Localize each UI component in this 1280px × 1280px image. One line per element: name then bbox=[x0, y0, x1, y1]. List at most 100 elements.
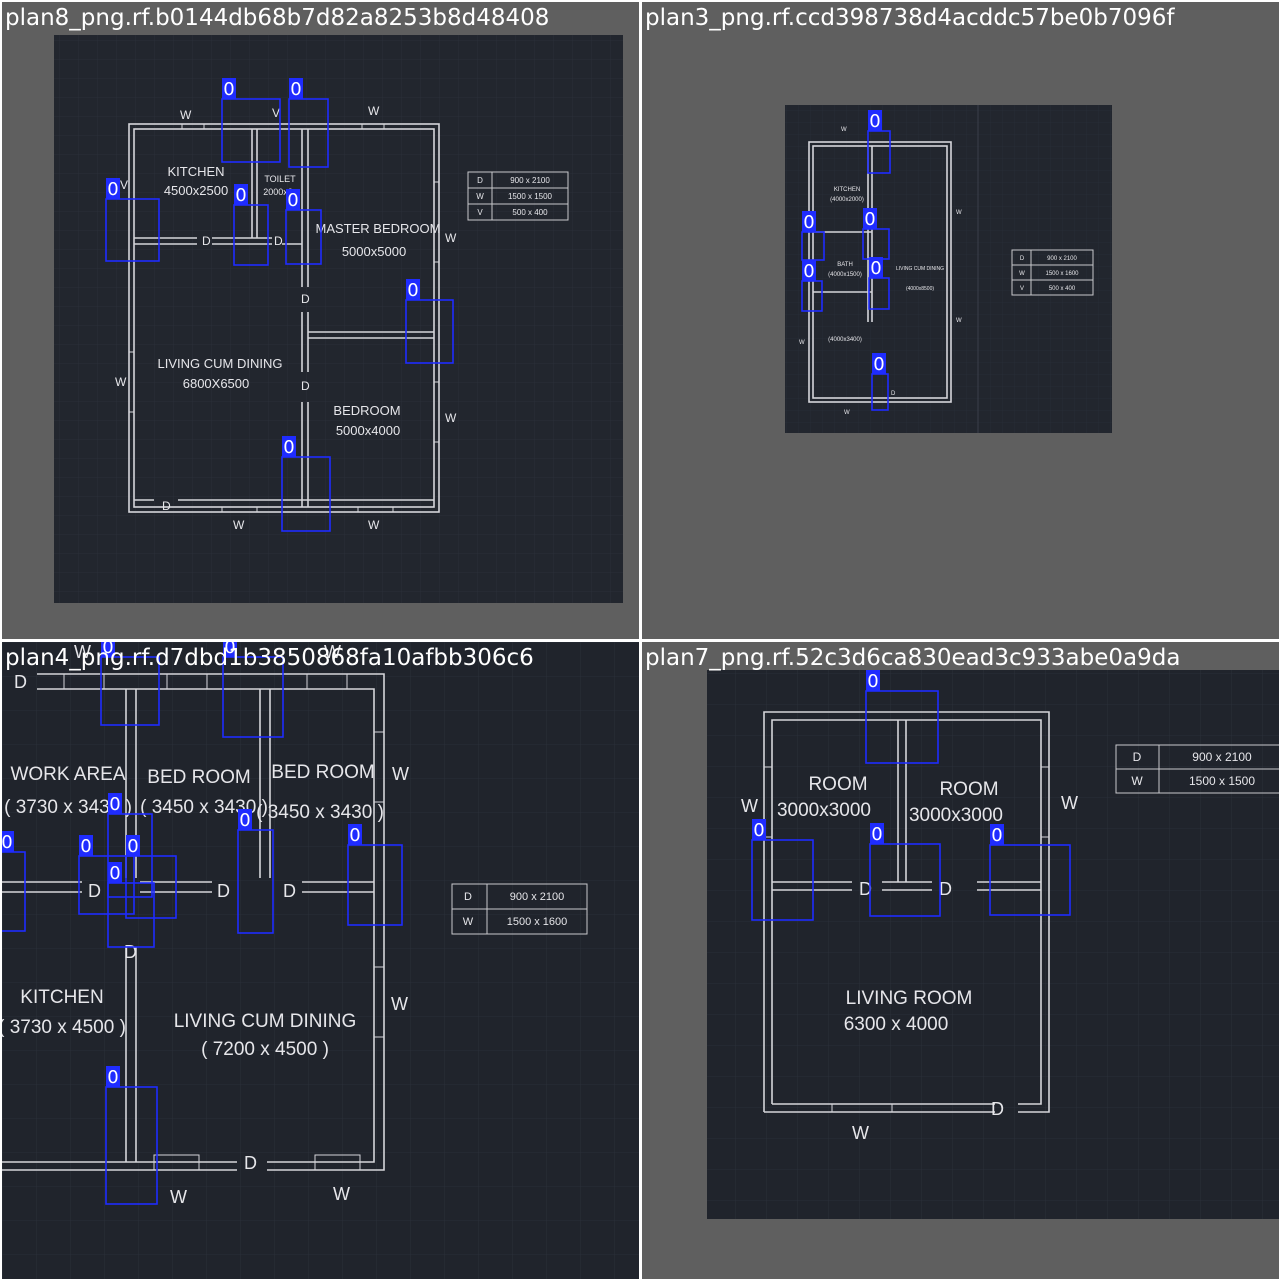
cad-label: 1500 x 1600 bbox=[1045, 271, 1079, 277]
cad-label: 500 x 400 bbox=[1049, 286, 1076, 292]
image-tile-plan8: KITCHEN 4500x2500 TOILET 2000x2 MASTER B… bbox=[2, 2, 639, 639]
cad-label: ROOM bbox=[939, 779, 998, 800]
cad-label: W bbox=[324, 642, 341, 662]
cad-label: W bbox=[391, 994, 408, 1014]
cad-label: 0 bbox=[869, 111, 880, 132]
cad-label: LIVING CUM DINING bbox=[896, 266, 944, 272]
cad-label: LIVING CUM DINING bbox=[174, 1011, 357, 1032]
cad-label: ( 3730 x 4500 ) bbox=[2, 1017, 126, 1038]
room-label: TOILET bbox=[264, 174, 296, 184]
cad-label: D bbox=[217, 881, 230, 901]
cad-label: KITCHEN bbox=[20, 987, 103, 1008]
cad-label: ( 3450 x 3430 ) bbox=[256, 802, 384, 823]
floor-plan-drawing: KITCHEN 4500x2500 TOILET 2000x2 MASTER B… bbox=[54, 35, 623, 603]
cad-label: W bbox=[463, 916, 474, 928]
cad-label: W bbox=[368, 104, 380, 118]
cad-label: ROOM bbox=[808, 774, 867, 795]
cad-label: 0 bbox=[107, 1067, 118, 1088]
cad-label: W bbox=[170, 1187, 187, 1207]
cad-label: 0 bbox=[803, 261, 814, 282]
cad-label: W bbox=[1131, 774, 1143, 788]
cad-label: 0 bbox=[109, 794, 120, 815]
room-size: 6800X6500 bbox=[183, 376, 250, 391]
cad-label: 0 bbox=[239, 810, 250, 831]
cad-label: V bbox=[477, 208, 483, 217]
cad-label: W bbox=[841, 127, 847, 133]
cad-label: BED ROOM bbox=[147, 767, 250, 788]
cad-label: 0 bbox=[287, 190, 298, 211]
room-size: 4500x2500 bbox=[164, 183, 228, 198]
floor-plan-drawing: WORK AREA ( 3730 x 3430 ) BED ROOM ( 345… bbox=[2, 642, 639, 1279]
cad-label: D bbox=[14, 672, 27, 692]
cad-label: V bbox=[1020, 286, 1024, 292]
cad-label: 0 bbox=[127, 836, 138, 857]
cad-label: 0 bbox=[803, 212, 814, 233]
image-tile-plan7: ROOM 3000x3000 ROOM 3000x3000 LIVING ROO… bbox=[642, 642, 1279, 1279]
cad-label: W bbox=[1061, 793, 1078, 813]
cad-label: 1500 x 1500 bbox=[508, 192, 553, 201]
cad-label: W bbox=[1019, 271, 1025, 277]
cad-label: D bbox=[124, 942, 137, 962]
cad-label: D bbox=[283, 881, 296, 901]
image-tile-plan4: WORK AREA ( 3730 x 3430 ) BED ROOM ( 345… bbox=[2, 642, 639, 1279]
cad-label: W bbox=[956, 210, 962, 216]
cad-label: D bbox=[301, 292, 310, 306]
cad-label: D bbox=[1020, 256, 1025, 262]
cad-label: W bbox=[233, 518, 245, 532]
cad-label: D bbox=[274, 234, 283, 248]
cad-label: D bbox=[464, 891, 472, 903]
cad-label: ( 7200 x 4500 ) bbox=[201, 1039, 329, 1060]
room-label: MASTER BEDROOM bbox=[316, 221, 441, 236]
cad-label: D bbox=[202, 234, 211, 248]
cad-label: 0 bbox=[349, 825, 360, 846]
cad-label: W bbox=[368, 518, 380, 532]
cad-label: 0 bbox=[407, 280, 418, 301]
cad-label: D bbox=[891, 391, 896, 397]
cad-label: W bbox=[74, 642, 91, 662]
cad-label: 0 bbox=[871, 824, 882, 845]
cad-label: W bbox=[180, 108, 192, 122]
cad-label: 0 bbox=[290, 79, 301, 100]
cad-label: D bbox=[1133, 750, 1142, 764]
room-label: LIVING CUM DINING bbox=[158, 356, 283, 371]
cad-label: (4000x2000) bbox=[830, 197, 864, 203]
cad-label: W bbox=[476, 192, 484, 201]
cad-label: (4000x8500) bbox=[906, 286, 934, 292]
cad-label: D bbox=[88, 881, 101, 901]
cad-label: 6300 x 4000 bbox=[844, 1014, 949, 1035]
cad-label: D bbox=[162, 499, 171, 513]
image-tile-plan3: KITCHEN (4000x2000) BATH (4000x1500) LIV… bbox=[642, 2, 1279, 639]
cad-label: 500 x 400 bbox=[512, 208, 548, 217]
cad-label: 0 bbox=[224, 642, 235, 658]
cad-label: 0 bbox=[870, 258, 881, 279]
cad-label: WORK AREA bbox=[10, 764, 125, 785]
cad-label: LIVING ROOM bbox=[846, 988, 973, 1009]
cad-label: W bbox=[799, 340, 805, 346]
cad-label: V bbox=[120, 178, 128, 192]
cad-label: 0 bbox=[235, 185, 246, 206]
cad-label: D bbox=[939, 879, 952, 899]
cad-label: W bbox=[392, 764, 409, 784]
cad-label: 900 x 2100 bbox=[1192, 750, 1252, 764]
room-label: KITCHEN bbox=[167, 164, 224, 179]
cad-label: 0 bbox=[102, 642, 113, 658]
cad-label: 3000x3000 bbox=[777, 800, 871, 821]
cad-label: 0 bbox=[223, 79, 234, 100]
cad-label: (4000x1500) bbox=[828, 272, 862, 278]
cad-label: 900 x 2100 bbox=[1047, 256, 1077, 262]
cad-label: 0 bbox=[107, 179, 118, 200]
cad-label: 1500 x 1600 bbox=[507, 916, 568, 928]
room-size: 5000x4000 bbox=[336, 423, 400, 438]
cad-label: W bbox=[115, 375, 127, 389]
cad-label: W bbox=[445, 231, 457, 245]
cad-label: 900 x 2100 bbox=[510, 891, 564, 903]
cad-label: 0 bbox=[80, 836, 91, 857]
cad-label: W bbox=[844, 410, 850, 416]
cad-label: W bbox=[956, 318, 962, 324]
cad-label: 0 bbox=[283, 437, 294, 458]
cad-label: 3000x3000 bbox=[909, 805, 1003, 826]
cad-label: D bbox=[301, 379, 310, 393]
cad-label: W bbox=[741, 796, 758, 816]
cad-label: W bbox=[852, 1123, 869, 1143]
cad-label: BED ROOM bbox=[271, 762, 374, 783]
